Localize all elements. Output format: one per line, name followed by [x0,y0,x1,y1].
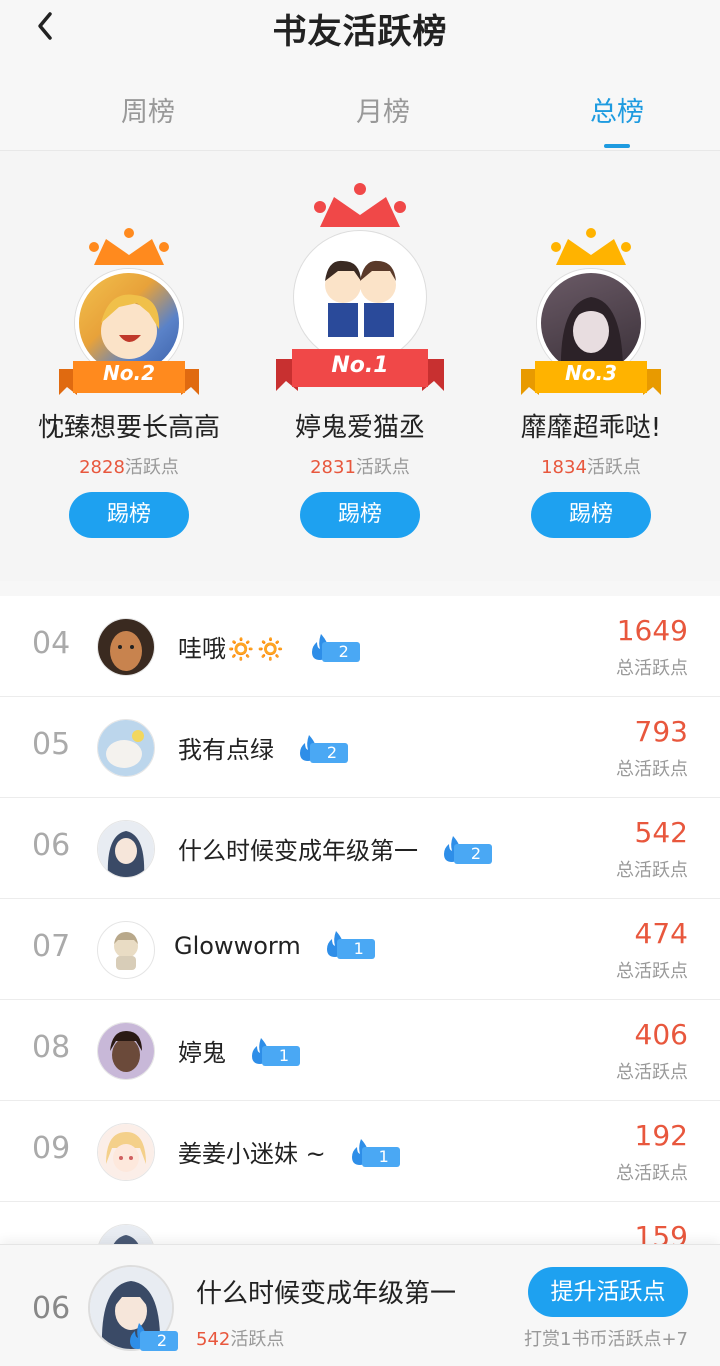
row-name: 我有点绿 2 [178,730,348,765]
list-item[interactable]: 08 婷鬼 1 406 总活跃点 [0,1000,720,1101]
podium-entry-2: No.2 忱臻想要长高高 2828活跃点 踢榜 [14,151,244,581]
row-score-label: 总活跃点 [616,860,688,881]
tab-bar: 周榜 月榜 总榜 [0,90,720,150]
kick-button[interactable]: 踢榜 [300,492,420,538]
kick-button[interactable]: 踢榜 [69,492,189,538]
rank-number: 05 [32,727,71,762]
row-name: 什么时候变成年级第一 2 [178,831,492,866]
list-item[interactable]: 04 哇哦🔅🔅 2 1649 总活跃点 [0,596,720,697]
rank-number: 08 [32,1030,71,1065]
rank-label: No.3 [565,361,617,385]
podium-score: 2828活跃点 [79,457,179,478]
rank-number: 06 [32,828,71,863]
podium-entry-1: No.1 婷鬼爱猫丞 2831活跃点 踢榜 [245,151,475,581]
my-score: 542活跃点 [196,1329,285,1350]
tab-monthly[interactable]: 月榜 [303,90,463,129]
avatar[interactable] [97,921,155,979]
row-score-label: 总活跃点 [616,1062,688,1083]
row-score-label: 总活跃点 [616,658,688,679]
row-name: 哇哦🔅🔅 2 [178,629,360,664]
crown-icon [89,228,169,265]
level-badge: 2 [296,735,348,763]
rank-label: No.2 [103,361,155,385]
row-score: 406 [634,1018,688,1051]
my-name: 什么时候变成年级第一 [196,1279,457,1309]
level-badge: 2 [440,836,492,864]
row-score-label: 总活跃点 [616,1163,688,1184]
level-badge: 1 [348,1139,400,1167]
avatar[interactable] [97,1022,155,1080]
row-score: 192 [634,1119,688,1152]
row-name: 婷鬼 1 [178,1033,300,1068]
avatar[interactable] [97,820,155,878]
avatar[interactable] [97,1123,155,1181]
row-score: 542 [634,816,688,849]
reward-tip: 打赏1书币活跃点+7 [524,1329,688,1350]
kick-button[interactable]: 踢榜 [531,492,651,538]
level-badge: 2 [308,634,360,662]
rank-number: 04 [32,626,71,661]
podium-name: 靡靡超乖哒! [520,413,662,443]
active-tab-indicator [604,144,630,148]
tab-weekly[interactable]: 周榜 [68,90,228,129]
ranking-list: 04 哇哦🔅🔅 2 1649 总活跃点 05 我有点绿 2 793 总活跃点 06 … [0,596,720,1303]
row-score: 793 [634,715,688,748]
crown-icon [551,228,631,265]
rank-number: 07 [32,929,71,964]
podium: No.2 忱臻想要长高高 2828活跃点 踢榜 No.1 婷鬼爱猫丞 2831活… [0,151,720,581]
rank-label: No.1 [331,353,389,378]
row-name: Glowworm 1 [174,931,375,960]
level-badge: 2 [126,1323,178,1351]
my-rank-number: 06 [32,1291,71,1326]
row-score-label: 总活跃点 [616,961,688,982]
podium-score: 1834活跃点 [541,457,641,478]
crown-icon [314,183,406,227]
row-name: 姜姜小迷妹 ~1 [178,1134,400,1169]
avatar[interactable] [97,719,155,777]
level-badge: 1 [248,1038,300,1066]
list-item[interactable]: 05 我有点绿 2 793 总活跃点 [0,697,720,798]
podium-score: 2831活跃点 [310,457,410,478]
boost-activity-button[interactable]: 提升活跃点 [528,1267,688,1317]
rank-number: 09 [32,1131,71,1166]
podium-name: 婷鬼爱猫丞 [294,413,425,443]
level-badge: 1 [323,931,375,959]
podium-name: 忱臻想要长高高 [37,413,220,443]
tab-total[interactable]: 总榜 [537,90,697,129]
list-item[interactable]: 09 姜姜小迷妹 ~1 192 总活跃点 [0,1101,720,1202]
podium-entry-3: No.3 靡靡超乖哒! 1834活跃点 踢榜 [476,151,706,581]
page-title: 书友活跃榜 [272,12,448,52]
row-score: 1649 [616,614,688,647]
row-score-label: 总活跃点 [616,759,688,780]
list-item[interactable]: 07 Glowworm 1 474 总活跃点 [0,899,720,1000]
avatar[interactable] [97,618,155,676]
my-rank-bar: 06 2 什么时候变成年级第一 542活跃点 提升活跃点 打赏1书币活跃点+7 [0,1244,720,1366]
top-bar: 书友活跃榜 周榜 月榜 总榜 [0,0,720,151]
row-score: 474 [634,917,688,950]
list-item[interactable]: 06 什么时候变成年级第一 2 542 总活跃点 [0,798,720,899]
